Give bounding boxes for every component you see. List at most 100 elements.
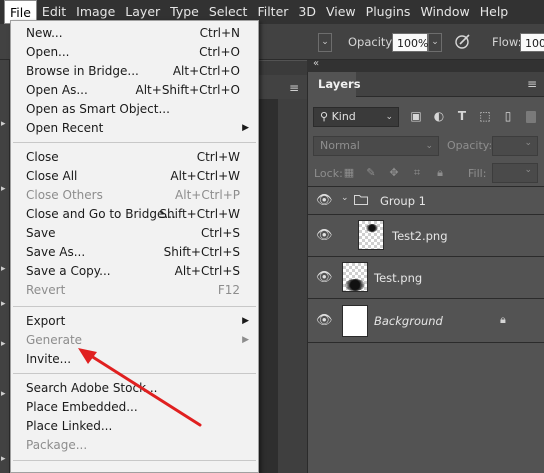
flow-input[interactable]: 100% <box>520 33 544 52</box>
layer-row-background[interactable]: 👁︎ Background 🔒︎ <box>308 299 544 343</box>
visibility-eye-icon[interactable]: 👁︎ <box>316 270 333 286</box>
menu-item-place-linked[interactable]: Place Linked... <box>11 417 258 436</box>
menu-item-revert[interactable]: Revert F12 <box>11 281 258 300</box>
menu-item-generate[interactable]: Generate ▶ <box>11 331 258 350</box>
menu-item-label: Package... <box>26 438 88 452</box>
menu-item-label: Save a Copy... <box>26 264 111 278</box>
menu-item-shortcut: Alt+Ctrl+O <box>172 64 240 78</box>
menu-item-shortcut: Ctrl+S <box>200 226 240 240</box>
menu-item-label: Export <box>26 314 66 328</box>
layer-row[interactable]: 👁︎ Test2.png <box>308 215 544 257</box>
lock-all-icon[interactable]: 🔒︎ <box>433 166 447 180</box>
blend-mode-dropdown[interactable]: Normal ⌄ <box>313 136 439 156</box>
chevron-down-icon: ⌄ <box>385 112 393 122</box>
tab-layers[interactable]: Layers <box>308 72 361 97</box>
chevron-down-icon: ⌄ <box>524 138 532 148</box>
filter-type-icon[interactable]: T <box>455 109 469 123</box>
fill-input[interactable]: ⌄ <box>492 163 538 183</box>
menu-item-label: Close All <box>26 169 78 183</box>
visibility-eye-icon[interactable]: 👁︎ <box>316 193 333 209</box>
file-menu-dropdown: New... Ctrl+N Open... Ctrl+O Browse in Bri… <box>10 20 259 473</box>
lock-artboard-icon[interactable]: ⌗ <box>410 166 424 180</box>
menu-item-label: Save As... <box>26 245 86 259</box>
menu-item-open-as-smart-object[interactable]: Open as Smart Object... <box>11 100 258 119</box>
search-icon: ⚲ <box>320 110 332 123</box>
menu-item-label: Save <box>26 226 56 240</box>
menu-view[interactable]: View <box>321 0 361 24</box>
menu-item-close-all[interactable]: Close All Alt+Ctrl+W <box>11 167 258 186</box>
filter-smart-object-icon[interactable]: ▯ <box>501 109 515 123</box>
menu-help[interactable]: Help <box>475 0 514 24</box>
layer-row[interactable]: 👁︎ Test.png <box>308 257 544 299</box>
menu-item-label: Invite... <box>26 352 72 366</box>
thumbnail-content <box>366 224 378 232</box>
tool-icon[interactable]: ▸ <box>1 390 8 399</box>
collapse-icon[interactable]: « <box>313 58 319 69</box>
tool-icon[interactable]: ▸ <box>1 185 8 194</box>
panel-collapse-bar[interactable]: « <box>307 58 544 72</box>
menu-item-new[interactable]: New... Ctrl+N <box>11 24 258 43</box>
filter-kind-dropdown[interactable]: ⚲ Kind ⌄ <box>313 107 399 127</box>
layers-panel: Layers ≡ ⚲ Kind ⌄ ▣ ◐ T ⬚ ▯ Normal ⌄ Opa… <box>307 72 544 473</box>
opacity-input[interactable]: 100% <box>392 33 428 52</box>
layer-opacity-input[interactable]: ⌄ <box>492 136 538 156</box>
menu-item-shortcut: F12 <box>217 283 240 297</box>
menu-item-save[interactable]: Save Ctrl+S <box>11 224 258 243</box>
panel-menu-icon[interactable]: ≡ <box>289 81 299 95</box>
menu-item-search-adobe-stock[interactable]: Search Adobe Stock... <box>11 379 258 398</box>
filter-toggle[interactable] <box>526 111 536 123</box>
tool-icon[interactable]: ▸ <box>1 455 8 464</box>
tool-icon[interactable]: ▸ <box>1 120 8 129</box>
menu-item-open[interactable]: Open... Ctrl+O <box>11 43 258 62</box>
chevron-down-icon: ⌄ <box>425 141 433 151</box>
layer-filter-row: ⚲ Kind ⌄ ▣ ◐ T ⬚ ▯ <box>308 105 544 129</box>
menu-window[interactable]: Window <box>415 0 474 24</box>
mode-dropdown[interactable]: ⌄ <box>318 33 332 52</box>
menu-separator <box>13 142 256 143</box>
menu-item-close[interactable]: Close Ctrl+W <box>11 148 258 167</box>
menu-item-close-others[interactable]: Close Others Alt+Ctrl+P <box>11 186 258 205</box>
filter-shape-icon[interactable]: ⬚ <box>478 109 492 123</box>
tool-icon[interactable]: ▸ <box>1 300 8 309</box>
menu-separator <box>13 460 256 461</box>
menu-item-package[interactable]: Package... <box>11 436 258 455</box>
chevron-down-icon: ⌄ <box>524 165 532 175</box>
filter-adjustment-icon[interactable]: ◐ <box>432 109 446 123</box>
menu-item-browse-in-bridge[interactable]: Browse in Bridge... Alt+Ctrl+O <box>11 62 258 81</box>
menu-item-open-recent[interactable]: Open Recent ▶ <box>11 119 258 138</box>
menu-item-label: Open as Smart Object... <box>26 102 170 116</box>
tool-icon[interactable]: ▸ <box>1 340 8 349</box>
menu-item-export[interactable]: Export ▶ <box>11 312 258 331</box>
layer-name: Test2.png <box>392 229 448 243</box>
lock-position-icon[interactable]: ✥ <box>387 166 401 180</box>
layer-name: Background <box>374 314 443 328</box>
menu-item-open-as[interactable]: Open As... Alt+Shift+Ctrl+O <box>11 81 258 100</box>
menu-plugins[interactable]: Plugins <box>361 0 416 24</box>
menu-item-label: Generate <box>26 333 83 347</box>
chevron-down-icon[interactable]: ⌄ <box>341 193 349 203</box>
lock-transparent-icon[interactable]: ▦ <box>342 166 356 180</box>
visibility-eye-icon[interactable]: 👁︎ <box>316 313 333 329</box>
lock-label: Lock: <box>314 167 343 180</box>
menu-item-save-as[interactable]: Save As... Shift+Ctrl+S <box>11 243 258 262</box>
menu-item-label: Place Linked... <box>26 419 113 433</box>
menu-item-shortcut: Ctrl+O <box>199 45 240 59</box>
filter-pixel-icon[interactable]: ▣ <box>409 109 423 123</box>
menu-item-close-and-go-to-bridge[interactable]: Close and Go to Bridge... Shift+Ctrl+W <box>11 205 258 224</box>
pressure-opacity-icon[interactable] <box>454 32 472 50</box>
panel-menu-icon[interactable]: ≡ <box>527 77 537 91</box>
layers-list: 👁︎ ⌄ Group 1 👁︎ Test2.png 👁︎ Test.png 👁︎ <box>308 186 544 346</box>
lock-image-icon[interactable]: ✎ <box>364 166 378 180</box>
menu-item-label: Revert <box>26 283 66 297</box>
opacity-dropdown[interactable]: ⌄ <box>428 33 442 52</box>
layer-row-group[interactable]: 👁︎ ⌄ Group 1 <box>308 187 544 215</box>
menu-item-invite[interactable]: Invite... <box>11 350 258 369</box>
menu-3d[interactable]: 3D <box>293 0 321 24</box>
menu-item-place-embedded[interactable]: Place Embedded... <box>11 398 258 417</box>
menu-item-shortcut: Ctrl+N <box>199 26 240 40</box>
visibility-eye-icon[interactable]: 👁︎ <box>316 228 333 244</box>
thumbnail-content <box>345 279 365 291</box>
tool-icon[interactable]: ▸ <box>1 265 8 274</box>
menu-item-save-a-copy[interactable]: Save a Copy... Alt+Ctrl+S <box>11 262 258 281</box>
document-canvas <box>278 99 307 473</box>
